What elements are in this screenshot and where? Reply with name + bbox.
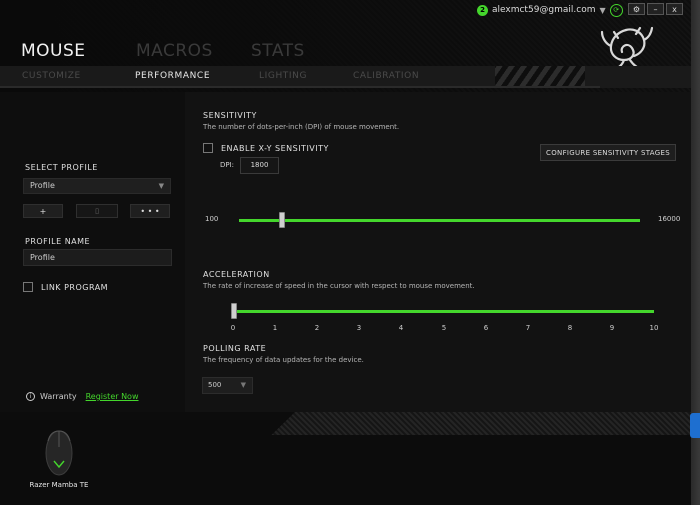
sensitivity-slider-fill: [239, 219, 640, 222]
polling-rate-desc: The frequency of data updates for the de…: [203, 356, 364, 364]
profile-select-value: Profile: [30, 181, 55, 190]
synapse-window: 2 alexmct59@gmail.com ▼ ⟳ ⚙ – x MOUSE MA…: [0, 0, 700, 505]
subbar-stripes: [495, 66, 585, 88]
acceleration-tick-label: 10: [649, 324, 659, 332]
acceleration-tick-label: 7: [525, 324, 531, 332]
link-program-label: LINK PROGRAM: [41, 283, 109, 292]
more-options-button[interactable]: • • •: [130, 204, 170, 218]
configure-stages-button[interactable]: CONFIGURE SENSITIVITY STAGES: [540, 144, 676, 161]
device-name: Razer Mamba TE: [29, 481, 89, 489]
register-now-link[interactable]: Register Now: [86, 392, 139, 401]
acceleration-tick-label: 8: [567, 324, 573, 332]
acceleration-title: ACCELERATION: [203, 270, 270, 279]
acceleration-tick-label: 0: [230, 324, 236, 332]
chevron-down-icon: ▼: [158, 182, 164, 190]
sub-tabs: CUSTOMIZE PERFORMANCE LIGHTING CALIBRATI…: [22, 71, 419, 81]
chevron-down-icon[interactable]: ▼: [600, 6, 606, 15]
minimize-button[interactable]: –: [647, 3, 664, 15]
acceleration-tick-label: 6: [483, 324, 489, 332]
info-icon: i: [26, 392, 35, 401]
warranty-row: i Warranty Register Now: [26, 392, 139, 401]
acceleration-tick-label: 3: [356, 324, 362, 332]
sensitivity-max-label: 16000: [658, 215, 681, 223]
warranty-label: Warranty: [40, 392, 77, 401]
trash-icon: ▯: [95, 207, 99, 215]
acceleration-tick-label: 5: [441, 324, 447, 332]
gear-icon[interactable]: ⚙: [628, 3, 645, 15]
acceleration-slider-handle[interactable]: [231, 303, 237, 319]
notification-badge[interactable]: 2: [477, 4, 488, 16]
sensitivity-slider-track[interactable]: [239, 219, 640, 222]
window-controls: ⚙ – x: [628, 3, 683, 15]
acceleration-tick-label: 2: [314, 324, 320, 332]
side-tab[interactable]: [690, 413, 700, 438]
tab-customize[interactable]: CUSTOMIZE: [22, 71, 135, 81]
polling-rate-select[interactable]: 500 ▼: [202, 377, 253, 394]
sync-icon[interactable]: ⟳: [609, 3, 623, 17]
main-tabs: MOUSE MACROS STATS: [21, 41, 366, 61]
tab-mouse[interactable]: MOUSE: [21, 41, 136, 61]
tab-lighting[interactable]: LIGHTING: [259, 71, 353, 81]
account-email[interactable]: alexmct59@gmail.com: [492, 5, 596, 15]
chevron-down-icon: ▼: [240, 381, 246, 389]
add-profile-button[interactable]: +: [23, 204, 63, 218]
xy-sensitivity-checkbox[interactable]: [203, 143, 213, 153]
dpi-input[interactable]: 1800: [240, 157, 279, 174]
xy-sensitivity-label: ENABLE X-Y SENSITIVITY: [221, 144, 329, 153]
acceleration-tick-label: 4: [398, 324, 404, 332]
link-program-checkbox[interactable]: [23, 282, 33, 292]
acceleration-desc: The rate of increase of speed in the cur…: [203, 282, 475, 290]
tab-calibration[interactable]: CALIBRATION: [353, 71, 419, 81]
select-profile-label: SELECT PROFILE: [25, 163, 98, 172]
sub-nav-underline: [0, 86, 600, 88]
polling-rate-title: POLLING RATE: [203, 344, 267, 353]
sensitivity-desc: The number of dots-per-inch (DPI) of mou…: [203, 123, 400, 131]
profile-name-label: PROFILE NAME: [25, 237, 91, 246]
sensitivity-title: SENSITIVITY: [203, 111, 257, 120]
sensitivity-min-label: 100: [205, 215, 219, 223]
sensitivity-slider-handle[interactable]: [279, 212, 285, 228]
acceleration-slider-track[interactable]: [233, 310, 654, 313]
account-area[interactable]: 2 alexmct59@gmail.com ▼ ⟳: [477, 3, 623, 17]
tab-performance[interactable]: PERFORMANCE: [135, 71, 259, 81]
profile-select[interactable]: Profile ▼: [23, 178, 171, 194]
acceleration-tick-label: 1: [272, 324, 278, 332]
tab-macros[interactable]: MACROS: [136, 41, 251, 61]
close-button[interactable]: x: [666, 3, 683, 15]
profile-name-input[interactable]: Profile: [23, 249, 172, 266]
dpi-label: DPI:: [220, 161, 235, 169]
tab-stats[interactable]: STATS: [251, 41, 366, 61]
delete-profile-button[interactable]: ▯: [76, 204, 118, 218]
performance-panel: [185, 92, 700, 412]
polling-rate-value: 500: [208, 381, 222, 389]
acceleration-tick-label: 9: [609, 324, 615, 332]
